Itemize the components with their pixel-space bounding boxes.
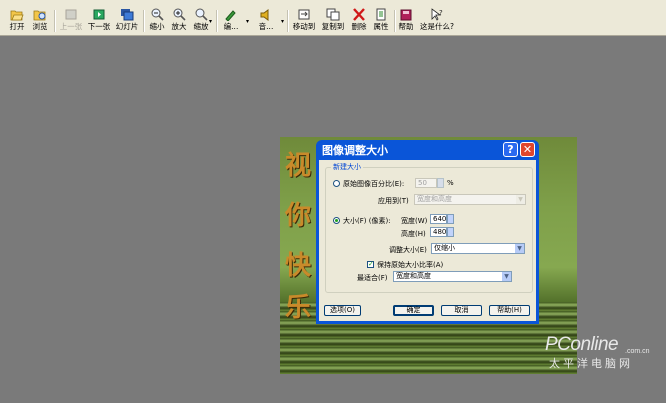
browse-button[interactable]: 浏览 bbox=[30, 8, 50, 34]
main-toolbar: 打开 浏览 上一张 下一张 幻灯片 缩小 放大 缩放 ▾ 编... ▾ 音...… bbox=[0, 6, 666, 36]
height-label: 高度(H) bbox=[401, 230, 426, 238]
width-field[interactable]: 640 bbox=[430, 214, 447, 224]
chevron-down-icon: ▼ bbox=[515, 244, 524, 253]
image-glyph: 视 bbox=[285, 151, 312, 181]
whats-this-button[interactable]: ? 这是什么? bbox=[418, 8, 456, 34]
chevron-down-icon: ▼ bbox=[502, 272, 511, 281]
keep-ratio-checkbox[interactable]: ✓ bbox=[367, 261, 374, 268]
help-text-button[interactable]: 帮助(H) bbox=[489, 305, 530, 316]
ok-button[interactable]: 确定 bbox=[393, 305, 434, 316]
edit-dropdown-arrow-icon[interactable]: ▾ bbox=[246, 18, 249, 25]
move-to-icon bbox=[298, 9, 310, 20]
copy-to-button[interactable]: 复制到 bbox=[320, 8, 346, 34]
browse-icon bbox=[33, 10, 46, 21]
image-glyph: 快 bbox=[285, 251, 312, 281]
zoom-in-icon bbox=[173, 8, 186, 21]
dialog-close-button[interactable]: ✕ bbox=[520, 142, 535, 157]
best-fit-select[interactable]: 宽度和高度 ▼ bbox=[393, 271, 512, 282]
help-book-icon bbox=[400, 9, 412, 21]
toolbar-separator bbox=[287, 10, 289, 32]
image-glyph: 乐 bbox=[285, 293, 312, 323]
edit-button[interactable]: 编... bbox=[221, 8, 241, 34]
percent-unit: % bbox=[447, 179, 454, 187]
pconline-watermark: PConline .com.cn 太平洋电脑网 bbox=[545, 334, 650, 370]
watermark-chinese: 太平洋电脑网 bbox=[549, 358, 633, 370]
slideshow-icon bbox=[121, 9, 134, 21]
delete-icon bbox=[353, 8, 365, 21]
edit-icon bbox=[225, 10, 236, 21]
zoom-dropdown-arrow-icon[interactable]: ▾ bbox=[209, 18, 212, 25]
dialog-title: 图像调整大小 bbox=[322, 144, 388, 157]
audio-icon bbox=[260, 9, 269, 21]
toolbar-separator bbox=[54, 10, 56, 32]
percent-spinner[interactable] bbox=[437, 178, 444, 188]
size-pixels-radio[interactable] bbox=[333, 217, 340, 224]
dialog-help-button[interactable]: ? bbox=[503, 142, 518, 157]
best-fit-value: 宽度和高度 bbox=[396, 272, 431, 280]
options-button[interactable]: 选项(O) bbox=[324, 305, 361, 316]
zoom-out-button[interactable]: 缩小 bbox=[147, 8, 167, 34]
apply-to-value: 宽度和高度 bbox=[417, 195, 452, 203]
new-size-group-label: 新建大小 bbox=[331, 162, 363, 172]
next-button[interactable]: 下一张 bbox=[86, 8, 112, 34]
resize-image-dialog: 图像调整大小 ? ✕ 新建大小 原始图像百分比(E): 50 % 应用到(T) … bbox=[316, 140, 539, 324]
image-glyph: 你 bbox=[285, 201, 312, 231]
cancel-button[interactable]: 取消 bbox=[441, 305, 482, 316]
percent-radio[interactable] bbox=[333, 180, 340, 187]
chevron-down-icon: ▼ bbox=[516, 195, 525, 204]
keep-ratio-label: 保持原始大小比率(A) bbox=[377, 261, 444, 269]
dialog-body: 新建大小 原始图像百分比(E): 50 % 应用到(T) 宽度和高度 ▼ 大小(… bbox=[319, 160, 536, 321]
watermark-brand: PConline bbox=[545, 334, 619, 355]
zoom-icon bbox=[195, 8, 208, 21]
copy-to-icon bbox=[326, 8, 340, 21]
adjust-size-select[interactable]: 仅缩小 ▼ bbox=[431, 243, 525, 254]
toolbar-separator bbox=[216, 10, 218, 32]
open-button[interactable]: 打开 bbox=[7, 8, 27, 34]
slideshow-button[interactable]: 幻灯片 bbox=[114, 8, 140, 34]
width-spinner[interactable] bbox=[447, 214, 454, 224]
move-to-button[interactable]: 移动到 bbox=[291, 8, 317, 34]
adjust-size-label: 调整大小(E) bbox=[389, 246, 427, 254]
previous-button[interactable]: 上一张 bbox=[58, 8, 84, 34]
properties-icon bbox=[376, 8, 386, 21]
folder-open-icon bbox=[10, 10, 24, 21]
size-pixels-label: 大小(F) (像素): bbox=[343, 217, 391, 225]
toolbar-separator bbox=[143, 10, 145, 32]
next-icon bbox=[93, 9, 105, 20]
adjust-size-value: 仅缩小 bbox=[434, 244, 455, 252]
percent-field[interactable]: 50 bbox=[415, 178, 437, 188]
zoom-in-button[interactable]: 放大 bbox=[169, 8, 189, 34]
watermark-domain: .com.cn bbox=[625, 348, 650, 355]
audio-button[interactable]: 音... bbox=[256, 8, 276, 34]
properties-button[interactable]: 属性 bbox=[371, 8, 391, 34]
whats-this-icon: ? bbox=[431, 8, 443, 21]
help-button[interactable]: 帮助 bbox=[396, 8, 416, 34]
percent-radio-label: 原始图像百分比(E): bbox=[343, 180, 405, 188]
height-spinner[interactable] bbox=[447, 227, 454, 237]
width-label: 宽度(W) bbox=[401, 217, 428, 225]
best-fit-label: 最适合(F) bbox=[357, 274, 388, 282]
delete-button[interactable]: 删除 bbox=[349, 8, 369, 34]
audio-dropdown-arrow-icon[interactable]: ▾ bbox=[281, 18, 284, 25]
zoom-button[interactable]: 缩放 bbox=[191, 8, 211, 34]
height-field[interactable]: 480 bbox=[430, 227, 447, 237]
apply-to-select[interactable]: 宽度和高度 ▼ bbox=[414, 194, 526, 205]
previous-icon bbox=[65, 9, 77, 20]
zoom-out-icon bbox=[151, 8, 164, 21]
apply-to-label: 应用到(T) bbox=[378, 197, 409, 205]
svg-text:?: ? bbox=[439, 9, 443, 17]
